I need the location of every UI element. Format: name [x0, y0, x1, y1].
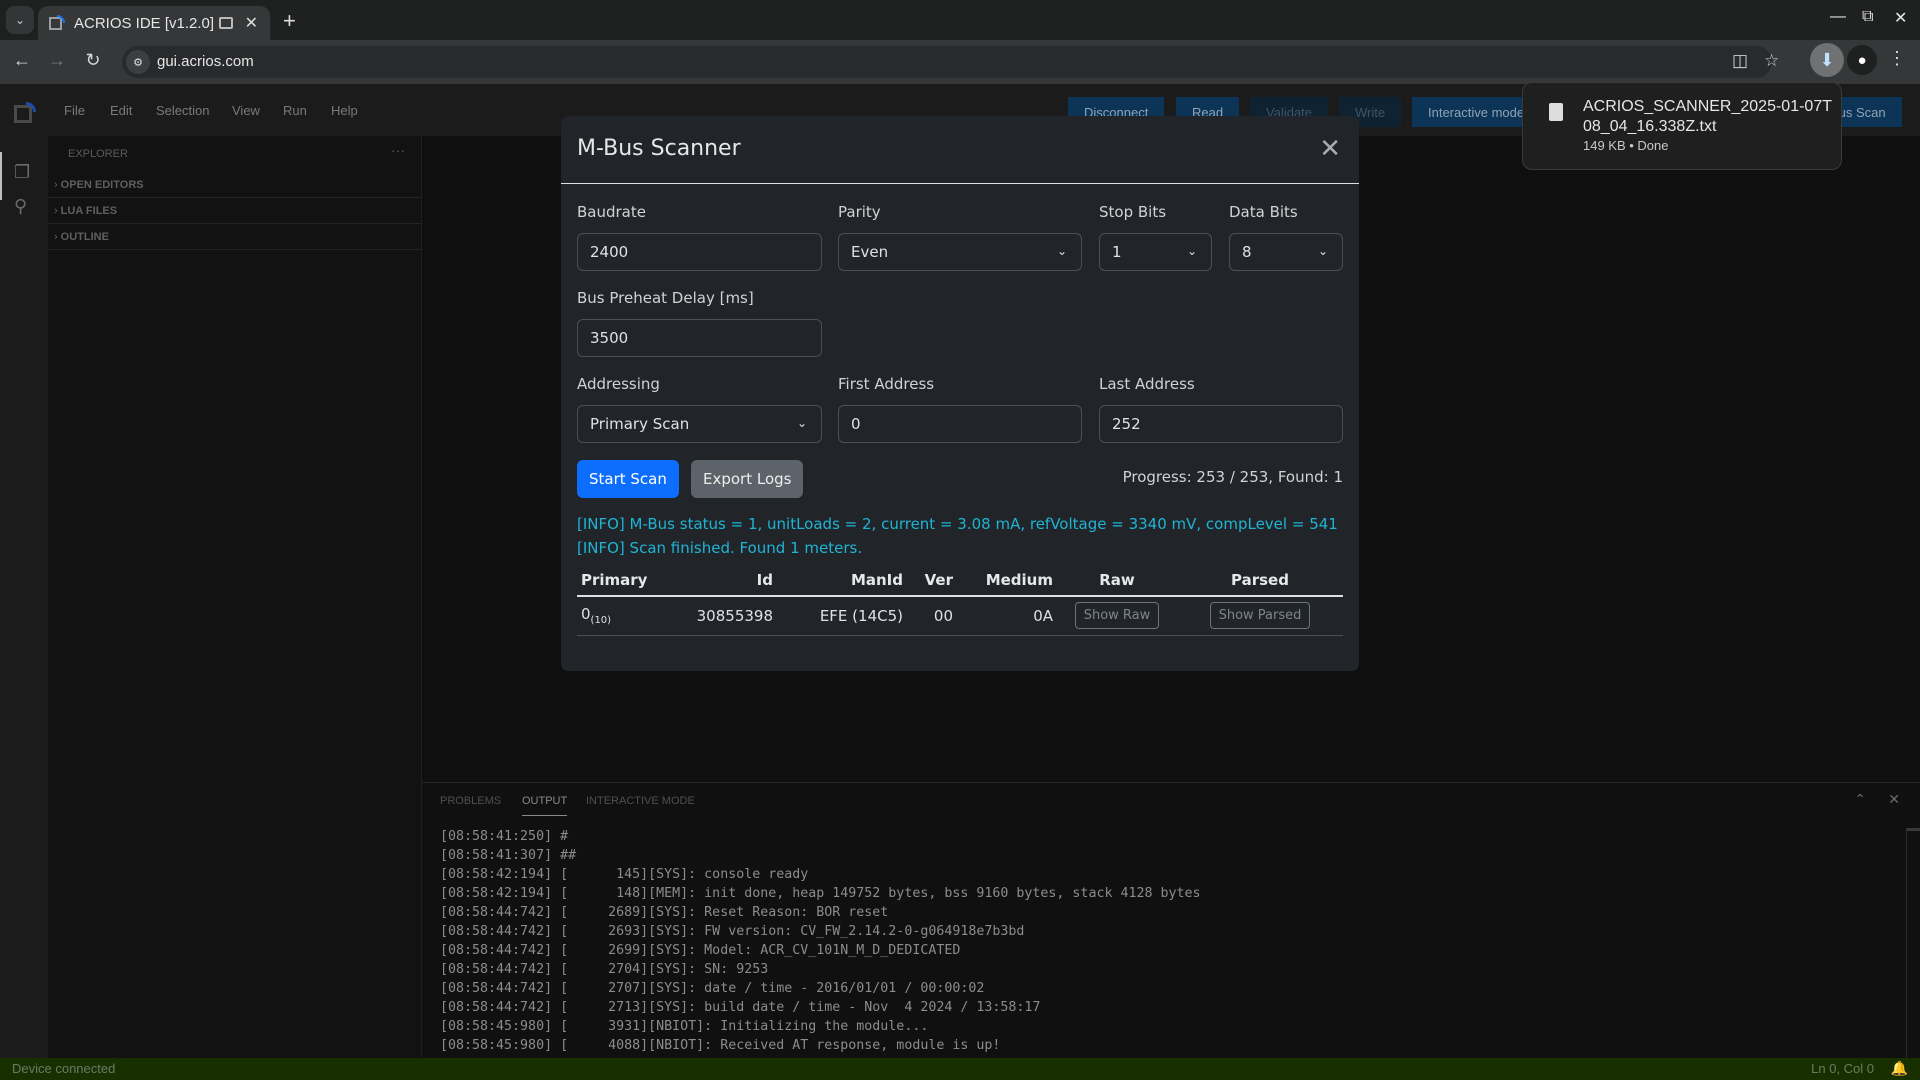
- primary-base: (10): [590, 615, 612, 627]
- progress-text: Progress: 253 / 253, Found: 1: [1122, 468, 1343, 486]
- download-icon: ⬇: [1819, 49, 1835, 70]
- tab-media-icon: [218, 17, 233, 29]
- baudrate-input[interactable]: 2400: [577, 233, 822, 271]
- forward-button[interactable]: →: [45, 50, 69, 71]
- parity-value: Even: [851, 243, 889, 261]
- cell-medium: 0A: [957, 596, 1057, 636]
- browser-tab[interactable]: ACRIOS IDE [v1.2.0] ✕: [38, 6, 270, 40]
- connection-status: Device connected: [12, 1061, 116, 1076]
- data-bits-value: 8: [1242, 243, 1252, 261]
- chevron-down-icon: ⌄: [14, 13, 26, 27]
- close-icon[interactable]: ✕: [1319, 134, 1341, 164]
- filename-line: ACRIOS_SCANNER_2025-01-07T: [1583, 98, 1832, 115]
- chevron-down-icon: ⌄: [1186, 244, 1197, 258]
- parity-select[interactable]: Even ⌄: [838, 233, 1082, 271]
- info-line: [INFO] M-Bus status = 1, unitLoads = 2, …: [577, 515, 1338, 533]
- addressing-select[interactable]: Primary Scan ⌄: [577, 405, 822, 443]
- window-close-icon[interactable]: ✕: [1894, 8, 1907, 28]
- col-manid: ManId: [777, 564, 907, 597]
- stop-bits-select[interactable]: 1 ⌄: [1099, 233, 1212, 271]
- filename-line: 08_04_16.338Z.txt: [1583, 118, 1717, 135]
- table-row: 0(10) 30855398 EFE (14C5) 00 0A Show Raw…: [577, 596, 1343, 636]
- col-id: Id: [667, 564, 777, 597]
- address-bar[interactable]: ⚙ gui.acrios.com ◫ ☆: [122, 46, 1779, 78]
- stop-bits-label: Stop Bits: [1099, 203, 1167, 221]
- meters-table: Primary Id ManId Ver Medium Raw Parsed 0…: [577, 564, 1343, 636]
- notifications-bell-icon[interactable]: 🔔: [1891, 1060, 1908, 1077]
- profile-button[interactable]: ●: [1847, 45, 1877, 75]
- preheat-value: 3500: [590, 329, 629, 347]
- mbus-scanner-modal: M-Bus Scanner ✕ Baudrate 2400 Parity Eve…: [561, 116, 1359, 671]
- show-raw-button[interactable]: Show Raw: [1074, 602, 1160, 630]
- col-parsed: Parsed: [1177, 564, 1343, 597]
- cell-raw: Show Raw: [1057, 596, 1177, 636]
- cell-ver: 00: [907, 596, 957, 636]
- col-raw: Raw: [1057, 564, 1177, 597]
- reload-button[interactable]: ↻: [81, 50, 105, 71]
- tab-list-button[interactable]: ⌄: [6, 6, 34, 34]
- downloads-button[interactable]: ⬇: [1810, 43, 1844, 77]
- baudrate-label: Baudrate: [577, 203, 646, 221]
- status-bar: Device connected Ln 0, Col 0 🔔: [0, 1058, 1920, 1080]
- preheat-input[interactable]: 3500: [577, 319, 822, 357]
- browser-toolbar: ← → ↻ ⚙ gui.acrios.com ◫ ☆ ⬇ ● ⋮: [0, 40, 1920, 84]
- cell-parsed: Show Parsed: [1177, 596, 1343, 636]
- first-address-value: 0: [851, 415, 861, 433]
- table-header-row: Primary Id ManId Ver Medium Raw Parsed: [577, 564, 1343, 597]
- download-filename[interactable]: ACRIOS_SCANNER_2025-01-07T 08_04_16.338Z.…: [1583, 97, 1833, 137]
- download-bubble[interactable]: ACRIOS_SCANNER_2025-01-07T 08_04_16.338Z.…: [1522, 82, 1842, 170]
- back-button[interactable]: ←: [10, 50, 34, 71]
- new-tab-button[interactable]: +: [283, 8, 296, 34]
- last-address-value: 252: [1112, 415, 1141, 433]
- site-info-icon[interactable]: ⚙: [126, 50, 150, 74]
- show-parsed-button[interactable]: Show Parsed: [1209, 602, 1311, 630]
- col-ver: Ver: [907, 564, 957, 597]
- data-bits-label: Data Bits: [1229, 203, 1298, 221]
- cursor-position[interactable]: Ln 0, Col 0: [1811, 1061, 1874, 1076]
- chevron-down-icon: ⌄: [1056, 244, 1067, 258]
- acrios-favicon-icon: [48, 15, 65, 31]
- browser-menu-icon[interactable]: ⋮: [1888, 48, 1906, 69]
- install-app-icon[interactable]: ◫: [1732, 51, 1748, 71]
- primary-value: 0: [581, 605, 591, 624]
- url-text[interactable]: gui.acrios.com: [157, 53, 254, 70]
- chevron-down-icon: ⌄: [796, 416, 807, 430]
- addressing-value: Primary Scan: [590, 415, 690, 433]
- export-logs-button[interactable]: Export Logs: [691, 460, 804, 498]
- baudrate-value: 2400: [590, 243, 629, 261]
- tab-title: ACRIOS IDE [v1.2.0]: [74, 14, 215, 32]
- person-icon: ●: [1857, 51, 1867, 69]
- modal-title: M-Bus Scanner: [577, 136, 741, 161]
- parity-label: Parity: [838, 203, 881, 221]
- modal-header: M-Bus Scanner ✕: [561, 116, 1359, 184]
- preheat-label: Bus Preheat Delay [ms]: [577, 289, 754, 307]
- data-bits-select[interactable]: 8 ⌄: [1229, 233, 1343, 271]
- info-line: [INFO] Scan finished. Found 1 meters.: [577, 539, 863, 557]
- file-icon: [1549, 103, 1563, 121]
- cell-id: 30855398: [667, 596, 777, 636]
- tab-close-icon[interactable]: ✕: [245, 13, 258, 33]
- first-address-label: First Address: [838, 375, 935, 393]
- first-address-input[interactable]: 0: [838, 405, 1082, 443]
- addressing-label: Addressing: [577, 375, 660, 393]
- stop-bits-value: 1: [1112, 243, 1122, 261]
- start-scan-button[interactable]: Start Scan: [577, 460, 679, 498]
- last-address-label: Last Address: [1099, 375, 1195, 393]
- col-medium: Medium: [957, 564, 1057, 597]
- minimize-icon[interactable]: —: [1830, 8, 1846, 26]
- cell-manid: EFE (14C5): [777, 596, 907, 636]
- restore-icon[interactable]: ⧉: [1862, 8, 1873, 26]
- bookmark-star-icon[interactable]: ☆: [1764, 51, 1779, 71]
- download-status: 149 KB • Done: [1583, 138, 1669, 153]
- browser-tabstrip: ⌄ ACRIOS IDE [v1.2.0] ✕ + — ⧉ ✕: [0, 0, 1920, 40]
- last-address-input[interactable]: 252: [1099, 405, 1343, 443]
- col-primary: Primary: [577, 564, 667, 597]
- cell-primary: 0(10): [577, 596, 667, 636]
- chevron-down-icon: ⌄: [1317, 244, 1328, 258]
